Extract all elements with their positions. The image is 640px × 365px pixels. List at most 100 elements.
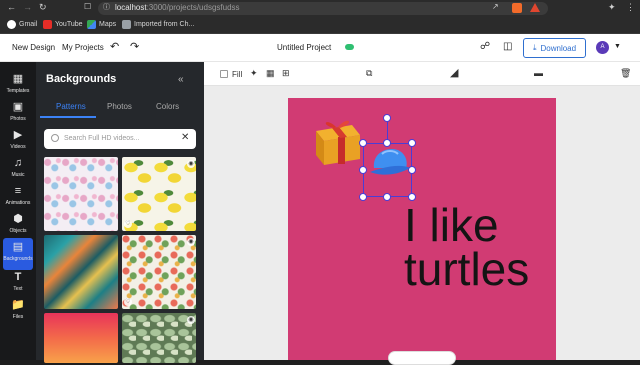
pattern-thumbnail[interactable]: ◉ (122, 313, 196, 363)
clear-search-icon[interactable]: ✕ (181, 132, 189, 143)
canvas-text-line: turtles (404, 243, 530, 295)
new-design-button[interactable]: New Design (12, 43, 55, 52)
download-icon: ⤓ (532, 43, 537, 52)
bookmark-icon[interactable]: ☐ (84, 2, 91, 11)
browser-toolbar: ← → ↻ ☐ ⓘ localhost:3000/projects/udsgsf… (0, 0, 640, 17)
tab-patterns[interactable]: Patterns (56, 102, 86, 111)
tab-photos[interactable]: Photos (107, 102, 132, 111)
menu-icon[interactable]: ⋮ (626, 2, 635, 13)
rail-item-backgrounds[interactable]: ▤ Backgrounds (0, 238, 36, 270)
back-icon[interactable]: ← (7, 2, 16, 12)
rail-label: Files (12, 314, 24, 320)
info-icon[interactable]: ⓘ (103, 2, 110, 12)
rail-item-files[interactable]: 📁 Files (0, 296, 36, 328)
preview-eye-icon[interactable]: ◉ (187, 238, 195, 246)
search-placeholder: Search Full HD videos... (64, 135, 140, 142)
reload-icon[interactable]: ↻ (39, 2, 47, 13)
bookmark-youtube[interactable]: YouTube (43, 20, 83, 29)
resize-handle-top-left[interactable] (359, 139, 367, 147)
magic-wand-icon[interactable]: ✦ (250, 68, 258, 79)
tab-active-underline (40, 116, 96, 118)
extensions-icon[interactable]: ✦ (608, 2, 616, 13)
resize-handle-top-right[interactable] (408, 139, 416, 147)
canvas-text-line: I like (404, 199, 499, 251)
pattern-thumbnail[interactable] (44, 235, 118, 309)
search-input[interactable]: Search Full HD videos... ✕ (44, 129, 196, 149)
folder-icon (122, 20, 131, 29)
bookmark-label: Maps (99, 21, 117, 28)
url-path: :3000/projects/udsgsfudss (146, 3, 240, 12)
delete-icon[interactable]: 🗑 (620, 68, 631, 79)
transparency-icon[interactable]: ▦ (266, 68, 275, 79)
chevron-down-icon[interactable]: ▼ (614, 43, 621, 50)
rail-label: Text (13, 286, 23, 292)
rail-label: Objects (9, 228, 27, 234)
download-label: Download (540, 43, 577, 53)
avatar[interactable]: A (596, 41, 609, 54)
rotate-handle[interactable] (383, 114, 391, 122)
layers-icon[interactable]: ⧉ (366, 68, 372, 79)
element-toolbar: Fill ✦ ▦ ⊞ ⧉ ◢ ▬ 🗑 (204, 62, 640, 86)
videos-icon: ▶ (13, 129, 23, 141)
pattern-thumbnail[interactable]: ◉ ♡ (122, 235, 196, 309)
project-title[interactable]: Untitled Project (277, 43, 331, 52)
crop-icon[interactable]: ⊞ (282, 68, 290, 79)
objects-icon: ⬢ (13, 213, 23, 225)
align-icon[interactable]: ▬ (534, 68, 543, 78)
canvas-text-element[interactable]: I like turtles (404, 199, 530, 295)
app-header: New Design My Projects ↶ ↷ Untitled Proj… (0, 34, 640, 62)
rail-label: Backgrounds (3, 256, 33, 262)
backgrounds-panel: Backgrounds Patterns Photos Colors Searc… (36, 62, 204, 363)
rail-label: Photos (10, 116, 26, 122)
flip-icon[interactable]: ◢ (450, 66, 458, 79)
collapse-panel-icon[interactable]: « (178, 74, 184, 85)
rail-label: Videos (10, 144, 26, 150)
brave-shield-icon[interactable] (512, 3, 522, 13)
fill-checkbox[interactable] (220, 70, 228, 78)
resize-handle-left[interactable] (359, 166, 367, 174)
templates-icon: ▦ (12, 73, 24, 85)
zoom-control[interactable] (388, 351, 456, 365)
selection-box (363, 143, 412, 197)
brave-rewards-icon[interactable] (530, 3, 540, 12)
tab-colors[interactable]: Colors (156, 102, 179, 111)
rail-label: Templates (6, 88, 30, 94)
my-projects-button[interactable]: My Projects (62, 43, 104, 52)
redo-icon[interactable]: ↷ (130, 40, 139, 53)
fill-label: Fill (232, 70, 243, 79)
cloud-saved-icon (345, 44, 354, 50)
rail-label: Animations (5, 200, 31, 206)
bookmark-imported-folder[interactable]: Imported from Ch... (122, 20, 194, 29)
favorite-heart-icon[interactable]: ♡ (124, 220, 132, 228)
preview-eye-icon[interactable]: ◉ (187, 316, 195, 324)
files-icon: 📁 (11, 299, 25, 311)
maps-icon (87, 20, 96, 29)
google-icon (7, 20, 16, 29)
resize-handle-bottom-left[interactable] (359, 193, 367, 201)
bookmark-gmail[interactable]: Gmail (7, 20, 37, 29)
panel-title: Backgrounds (46, 73, 117, 85)
share-icon[interactable]: ↗ (492, 2, 499, 11)
gift-box-sticker[interactable] (312, 117, 364, 167)
pattern-thumbnail[interactable]: ◉ ♡ (122, 157, 196, 231)
backgrounds-icon: ▤ (12, 241, 24, 253)
pattern-thumbnail[interactable] (44, 157, 118, 231)
undo-icon[interactable]: ↶ (110, 40, 119, 53)
resize-handle-top[interactable] (383, 139, 391, 147)
resize-handle-bottom[interactable] (383, 193, 391, 201)
youtube-icon (43, 20, 52, 29)
download-button[interactable]: ⤓ Download (523, 38, 586, 58)
resize-handle-right[interactable] (408, 166, 416, 174)
preview-icon[interactable]: ◫ (503, 41, 512, 52)
favorite-heart-icon[interactable]: ♡ (124, 298, 132, 306)
bookmark-label: YouTube (55, 21, 83, 28)
rail-label: Music (11, 172, 25, 178)
preview-eye-icon[interactable]: ◉ (187, 160, 195, 168)
bookmark-label: Gmail (19, 21, 38, 28)
url-host: localhost (115, 3, 147, 12)
forward-icon[interactable]: → (23, 2, 32, 12)
share-icon[interactable]: ☍ (480, 41, 490, 52)
pattern-thumbnail[interactable] (44, 313, 118, 363)
search-icon (51, 134, 59, 142)
bookmark-maps[interactable]: Maps (87, 20, 116, 29)
